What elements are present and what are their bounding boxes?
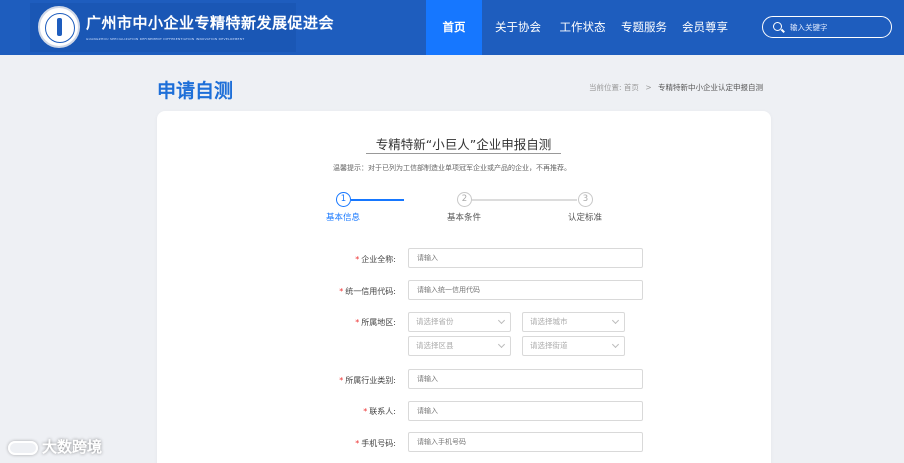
step-connector-1 [351, 199, 404, 201]
chevron-down-icon [497, 316, 506, 325]
main-nav: 首页 关于协会 工作状态 专题服务 会员尊享 [426, 0, 733, 55]
search-icon[interactable] [773, 22, 782, 31]
logo-title: 广州市中小企业专精特新发展促进会 [86, 14, 335, 32]
nav-member-benefits[interactable]: 会员尊享 [677, 0, 733, 55]
watermark-logo-icon [8, 440, 38, 455]
credit-code-label: * 统一信用代码: [339, 287, 396, 296]
street-select[interactable]: 请选择街道 [522, 336, 625, 356]
region-label: * 所属地区: [355, 318, 396, 327]
breadcrumb: 当前位置: 首页 > 专精特新中小企业认定申报自测 [589, 82, 763, 93]
breadcrumb-separator: > [645, 83, 652, 92]
step-1-indicator[interactable]: 1 [336, 192, 351, 207]
contact-input[interactable]: 请输入 [408, 401, 643, 421]
nav-special-services[interactable]: 专题服务 [611, 0, 677, 55]
phone-label: * 手机号码: [355, 439, 396, 448]
nav-about[interactable]: 关于协会 [482, 0, 554, 55]
step-3-label: 认定标准 [568, 213, 603, 223]
credit-code-input[interactable]: 请输入统一信用代码 [408, 280, 643, 300]
contact-label: * 联系人: [363, 407, 396, 416]
phone-input[interactable]: 请输入手机号码 [408, 432, 643, 452]
step-2-indicator[interactable]: 2 [457, 192, 472, 207]
breadcrumb-home-link[interactable]: 首页 [624, 83, 639, 92]
chevron-down-icon [497, 340, 506, 349]
step-connector-2 [472, 199, 577, 201]
page-title: 申请自测 [157, 80, 234, 102]
district-select[interactable]: 请选择区县 [408, 336, 511, 356]
industry-label: * 所属行业类别: [339, 376, 396, 385]
chevron-down-icon [611, 340, 620, 349]
company-name-input[interactable]: 请输入 [408, 248, 643, 268]
province-select[interactable]: 请选择省份 [408, 312, 511, 332]
step-3-indicator[interactable]: 3 [578, 192, 593, 207]
watermark-text: 大数跨境 [42, 438, 103, 456]
search-box[interactable]: 输入关键字 [762, 16, 892, 38]
breadcrumb-current: 专精特新中小企业认定申报自测 [658, 83, 763, 92]
nav-home[interactable]: 首页 [426, 0, 482, 55]
breadcrumb-prefix: 当前位置: [589, 83, 622, 92]
industry-input[interactable]: 请输入 [408, 369, 643, 389]
chevron-down-icon [611, 316, 620, 325]
step-1-label: 基本信息 [326, 213, 361, 223]
association-emblem-icon [38, 6, 80, 48]
city-select[interactable]: 请选择城市 [522, 312, 625, 332]
step-2-label: 基本条件 [447, 213, 482, 223]
logo-subtitle: GUANGZHOU SPECIALIZATION REFINEMENT DIFF… [86, 37, 245, 41]
company-name-label: * 企业全称: [355, 255, 396, 264]
nav-work-status[interactable]: 工作状态 [554, 0, 611, 55]
form-hint: 温馨提示：对于已列为工信部制造业单项冠军企业或产品的企业，不再推荐。 [333, 164, 571, 172]
form-title: 专精特新“小巨人”企业申报自测 [366, 134, 561, 154]
search-input[interactable]: 输入关键字 [790, 22, 828, 33]
top-navigation-bar: 广州市中小企业专精特新发展促进会 GUANGZHOU SPECIALIZATIO… [0, 0, 904, 55]
watermark: 大数跨境 [8, 436, 102, 457]
site-logo[interactable]: 广州市中小企业专精特新发展促进会 GUANGZHOU SPECIALIZATIO… [30, 3, 334, 52]
